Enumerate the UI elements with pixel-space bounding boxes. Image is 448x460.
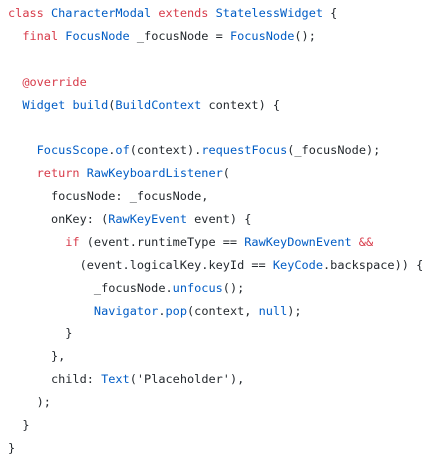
code-token: (event.logicalKey.keyId == — [8, 257, 273, 272]
code-token: (_focusNode); — [287, 143, 381, 158]
code-token: final — [8, 28, 66, 43]
code-token: _focusNode. — [8, 280, 173, 295]
code-token: extends — [158, 6, 216, 20]
code-token: ); — [8, 395, 51, 410]
code-token: FocusScope — [8, 143, 109, 158]
code-token: ), — [229, 372, 245, 387]
code-line[interactable]: } — [0, 437, 448, 460]
code-line[interactable]: child: Text('Placeholder'), — [0, 368, 448, 391]
code-token: build — [72, 97, 109, 112]
code-line[interactable]: } — [0, 414, 448, 437]
code-token: FocusNode — [65, 28, 137, 43]
code-token: onKey: ( — [8, 212, 109, 227]
code-token: (); — [222, 280, 245, 295]
code-token: if — [8, 234, 87, 249]
code-editor[interactable]: class CharacterModal extends StatelessWi… — [0, 0, 448, 455]
code-line[interactable]: Widget build(BuildContext context) { — [0, 94, 448, 117]
code-token: RawKeyDownEvent — [244, 234, 359, 249]
code-token: RawKeyEvent — [108, 212, 195, 227]
code-token: unfocus — [172, 280, 223, 295]
code-token: focusNode: _focusNode, — [8, 189, 209, 204]
code-token: .backspace)) { — [323, 257, 424, 272]
code-token: } — [8, 418, 30, 433]
code-token: requestFocus — [201, 143, 288, 158]
code-token: CharacterModal — [50, 6, 159, 20]
code-token: @override — [8, 74, 87, 89]
code-token: ); — [287, 303, 302, 318]
code-token: (context, — [187, 303, 259, 318]
code-token: } — [8, 440, 16, 455]
code-token: RawKeyboardListener — [86, 166, 223, 181]
code-token: return — [8, 166, 87, 181]
code-token: Widget — [8, 97, 73, 112]
code-token: _focusNode = — [136, 28, 230, 43]
code-token: . — [158, 303, 166, 318]
code-token: KeyCode — [272, 257, 323, 272]
code-token: (event.runtimeType == — [86, 234, 245, 249]
code-token: child: — [8, 372, 102, 387]
code-line[interactable]: final FocusNode _focusNode = FocusNode()… — [0, 25, 448, 48]
code-line[interactable]: }, — [0, 345, 448, 368]
code-token: FocusNode — [229, 28, 295, 43]
code-token: { — [330, 6, 338, 20]
code-token: && — [358, 234, 374, 249]
code-token: }, — [8, 349, 66, 364]
code-token: context) { — [208, 97, 281, 112]
code-token: (context). — [129, 143, 202, 158]
code-token: ( — [129, 372, 137, 387]
code-token: ( — [222, 166, 230, 181]
code-token: event) { — [194, 212, 252, 227]
code-line[interactable] — [0, 48, 448, 71]
code-token: BuildContext — [115, 97, 209, 112]
code-token: Text — [101, 372, 130, 387]
code-token: pop — [165, 303, 187, 318]
code-token: } — [8, 326, 73, 341]
code-line[interactable]: onKey: (RawKeyEvent event) { — [0, 208, 448, 231]
code-token: (); — [294, 28, 316, 43]
code-line[interactable]: FocusScope.of(context).requestFocus(_foc… — [0, 139, 448, 162]
code-line[interactable]: @override — [0, 71, 448, 94]
code-token: Navigator — [8, 303, 159, 318]
code-line[interactable]: return RawKeyboardListener( — [0, 162, 448, 185]
code-line[interactable]: Navigator.pop(context, null); — [0, 300, 448, 323]
code-line[interactable]: class CharacterModal extends StatelessWi… — [0, 2, 448, 25]
code-line[interactable]: (event.logicalKey.keyId == KeyCode.backs… — [0, 254, 448, 277]
code-token: class — [8, 6, 51, 20]
code-token: 'Placeholder' — [136, 372, 230, 387]
code-token: of — [115, 143, 130, 158]
code-line[interactable]: _focusNode.unfocus(); — [0, 277, 448, 300]
code-line[interactable]: } — [0, 322, 448, 345]
code-line[interactable]: if (event.runtimeType == RawKeyDownEvent… — [0, 231, 448, 254]
code-token: null — [258, 303, 288, 318]
code-line[interactable] — [0, 116, 448, 139]
code-token: StatelessWidget — [215, 6, 331, 20]
code-line[interactable]: focusNode: _focusNode, — [0, 185, 448, 208]
